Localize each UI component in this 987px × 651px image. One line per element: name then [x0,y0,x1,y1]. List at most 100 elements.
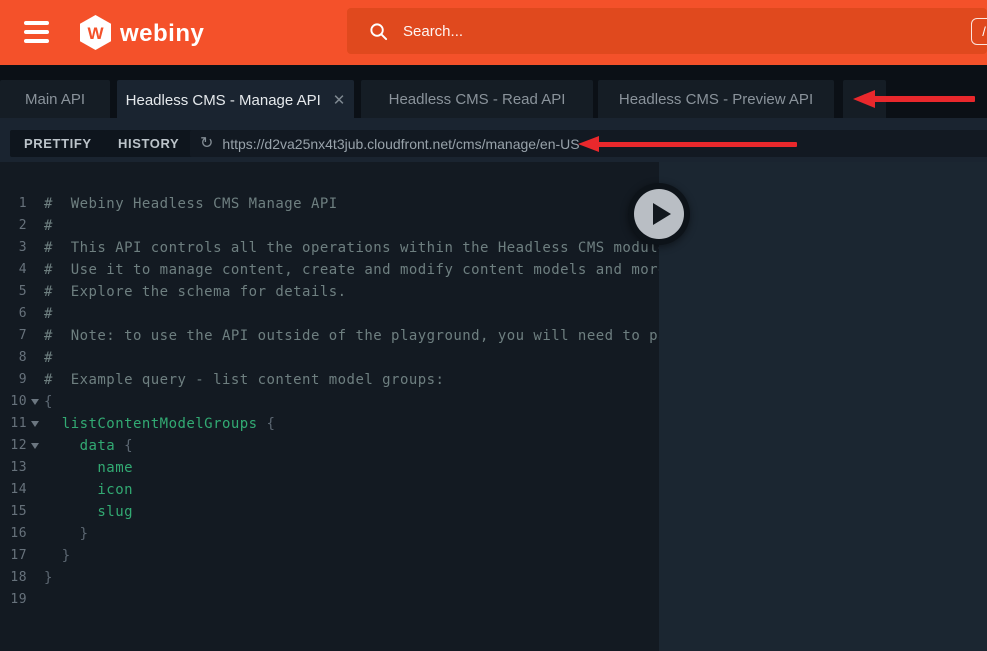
code-line: 4 # Use it to manage content, create and … [0,259,659,281]
code-line: 3 # This API controls all the operations … [0,237,659,259]
search-icon [369,22,388,41]
fold-arrow-icon[interactable] [27,413,44,435]
webiny-logo[interactable]: W webiny [80,15,204,50]
fold-gutter [27,259,44,281]
code-line: 6# [0,303,659,325]
line-number: 12 [0,435,27,457]
line-number: 16 [0,523,27,545]
tab-main-api[interactable]: Main API [0,80,110,118]
token-comment: # Webiny Headless CMS Manage API [44,196,338,212]
token-comment: # Note: to use the API outside of the pl… [44,328,659,344]
svg-text:W: W [87,24,104,43]
code-line: 2# [0,215,659,237]
api-tabstrip: Main API Headless CMS - Manage API ✕ Hea… [0,65,987,118]
token-comment: # [44,350,53,366]
code-text: # [44,303,53,325]
line-number: 10 [0,391,27,413]
line-number: 1 [0,193,27,215]
tab-label: Main API [25,91,85,108]
line-number: 17 [0,545,27,567]
token-comment: # [44,218,53,234]
line-number: 19 [0,589,27,611]
search-bar[interactable]: / [347,8,987,54]
app-header: W webiny / [0,0,987,65]
history-button[interactable]: HISTORY [104,130,193,157]
code-text: name [44,457,133,479]
code-line: 14 icon [0,479,659,501]
fold-gutter [27,281,44,303]
prettify-button[interactable]: PRETTIFY [10,130,106,157]
code-line: 9# Example query - list content model gr… [0,369,659,391]
fold-gutter [27,479,44,501]
search-input[interactable] [403,23,883,40]
token-comment: # Explore the schema for details. [44,284,347,300]
code-text: # Use it to manage content, create and m… [44,259,659,281]
line-number: 18 [0,567,27,589]
query-editor-pane[interactable]: 1# Webiny Headless CMS Manage API2#3# Th… [0,162,659,651]
tab-headless-cms-manage-api[interactable]: Headless CMS - Manage API ✕ [117,80,354,120]
code-text: } [44,523,89,545]
code-text: # Explore the schema for details. [44,281,347,303]
line-number: 5 [0,281,27,303]
code-line: 12 data { [0,435,659,457]
token-field: listContentModelGroups [44,416,258,432]
search-shortcut-badge: / [971,18,987,45]
line-number: 4 [0,259,27,281]
code-text: # Note: to use the API outside of the pl… [44,325,659,347]
code-line: 7 # Note: to use the API outside of the p… [0,325,659,347]
token-punct: } [44,548,71,564]
tab-label: Headless CMS - Manage API [126,92,321,109]
fold-gutter [27,193,44,215]
code-text: slug [44,501,133,523]
token-comment: # Example query - list content model gro… [44,372,444,388]
fold-arrow-icon[interactable] [27,391,44,413]
line-number: 7 [0,325,27,347]
line-number: 2 [0,215,27,237]
fold-arrow-icon[interactable] [27,435,44,457]
tab-headless-cms-preview-api[interactable]: Headless CMS - Preview API [598,80,834,118]
results-pane [659,162,987,651]
code-area: 1# Webiny Headless CMS Manage API2#3# Th… [0,162,659,611]
code-line: 16 } [0,523,659,545]
code-text: listContentModelGroups { [44,413,275,435]
line-number: 14 [0,479,27,501]
webiny-hexagon-icon: W [80,15,111,50]
code-text: } [44,545,71,567]
fold-gutter [27,347,44,369]
token-comment: # [44,306,53,322]
tab-label: Headless CMS - Read API [389,91,566,108]
fold-gutter [27,325,44,347]
playground-toolbar: PRETTIFY HISTORY ↻ https://d2va25nx4t3ju… [0,118,987,162]
fold-gutter [27,545,44,567]
token-field: name [44,460,133,476]
line-number: 8 [0,347,27,369]
token-comment: # This API controls all the operations w… [44,240,659,256]
line-number: 3 [0,237,27,259]
fold-gutter [27,215,44,237]
refresh-icon: ↻ [200,136,213,152]
code-line: 17 } [0,545,659,567]
execute-query-button[interactable] [628,183,690,245]
fold-gutter [27,523,44,545]
fold-gutter [27,567,44,589]
menu-icon[interactable] [24,21,49,43]
close-tab-icon[interactable]: ✕ [333,91,346,109]
code-text: # Example query - list content model gro… [44,369,444,391]
play-icon [653,203,671,225]
line-number: 15 [0,501,27,523]
tab-headless-cms-read-api[interactable]: Headless CMS - Read API [361,80,593,118]
token-punct: { [44,394,53,410]
line-number: 11 [0,413,27,435]
code-line: 15 slug [0,501,659,523]
line-number: 13 [0,457,27,479]
endpoint-url: https://d2va25nx4t3jub.cloudfront.net/cm… [222,136,579,152]
code-text: # This API controls all the operations w… [44,237,659,259]
token-punct: { [258,416,276,432]
code-line: 18} [0,567,659,589]
token-field: slug [44,504,133,520]
code-text: } [44,567,53,589]
token-punct: } [44,570,53,586]
fold-gutter [27,589,44,611]
code-text: # Webiny Headless CMS Manage API [44,193,338,215]
fold-gutter [27,501,44,523]
